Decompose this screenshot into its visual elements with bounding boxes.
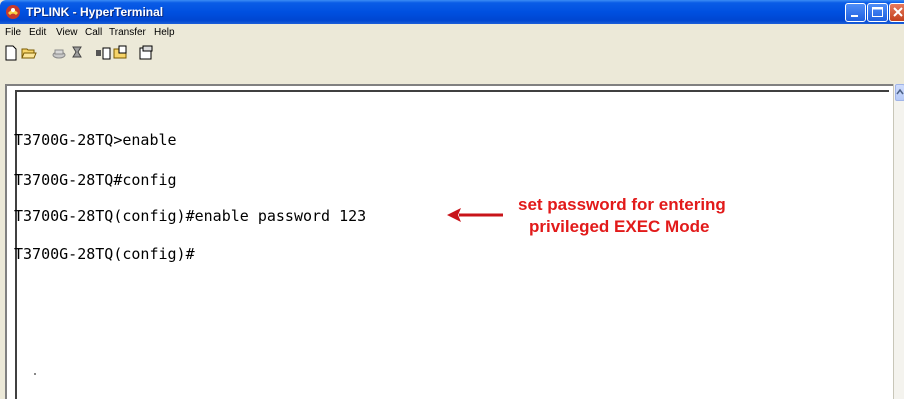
dial-icon[interactable]	[69, 45, 85, 61]
close-button[interactable]	[889, 3, 904, 22]
menu-edit[interactable]: Edit	[29, 26, 46, 40]
window-title: TPLINK - HyperTerminal	[26, 5, 164, 19]
hyperterminal-phone-icon[interactable]	[5, 4, 21, 20]
menu-call[interactable]: Call	[85, 26, 102, 40]
menu-view[interactable]: View	[56, 26, 78, 40]
menu-transfer[interactable]: Transfer	[109, 26, 146, 40]
annotation-text: set password for entering	[518, 195, 726, 214]
minimize-button[interactable]	[845, 3, 866, 22]
terminal-line: T3700G-28TQ#config	[14, 171, 177, 189]
maximize-button[interactable]	[867, 3, 888, 22]
new-icon[interactable]	[3, 45, 19, 61]
terminal-line: T3700G-28TQ(config)#	[14, 245, 195, 263]
send-icon[interactable]	[95, 45, 111, 61]
terminal-line: T3700G-28TQ(config)#enable password 123	[14, 207, 367, 225]
terminal-frame	[0, 74, 904, 399]
menu-help[interactable]: Help	[154, 26, 175, 40]
cursor-mark	[34, 373, 36, 375]
open-icon[interactable]	[21, 45, 37, 61]
menu-bar: File Edit View Call Transfer Help	[0, 24, 904, 42]
close-icon	[893, 7, 903, 17]
hyperterminal-window: TPLINK - HyperTerminal File Edit View Ca…	[0, 0, 904, 399]
receive-icon[interactable]	[113, 45, 129, 61]
title-bar[interactable]: TPLINK - HyperTerminal	[0, 0, 904, 24]
maximize-icon	[872, 7, 883, 17]
phone-disconnect-icon[interactable]	[51, 45, 67, 61]
chevron-up-icon	[896, 88, 904, 95]
scroll-up-button[interactable]	[895, 84, 904, 101]
minimize-icon	[851, 15, 858, 17]
properties-icon[interactable]	[138, 45, 154, 61]
annotation-text: privileged EXEC Mode	[529, 217, 710, 236]
annotation-arrow-icon	[447, 208, 503, 222]
vertical-scrollbar[interactable]	[893, 84, 904, 399]
toolbar	[0, 42, 904, 64]
terminal-line: T3700G-28TQ>enable	[14, 131, 177, 149]
menu-file[interactable]: File	[5, 26, 21, 40]
